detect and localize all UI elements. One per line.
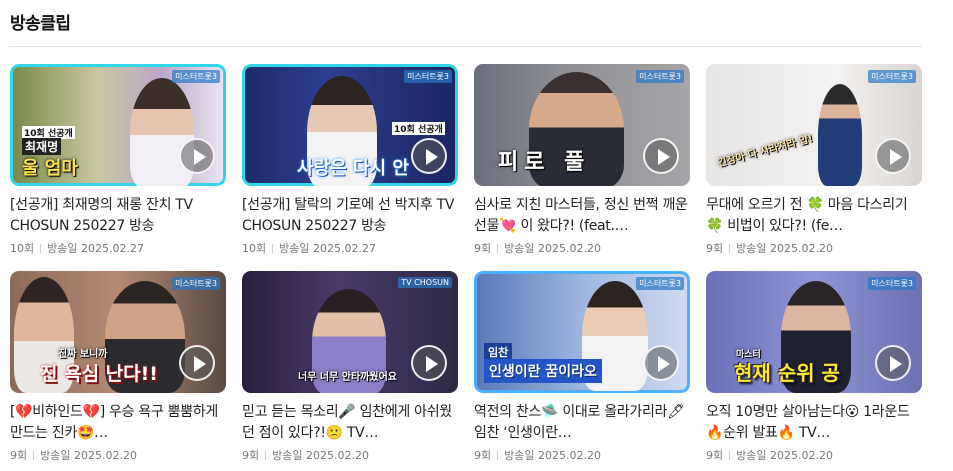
episode-badge: 10회 선공개 (392, 122, 445, 135)
clip-title[interactable]: [선공개] 탈락의 기로에 선 박지후 TV CHOSUN 250227 방송 (242, 195, 458, 237)
clip-card[interactable]: 미스터트롯3 10회 선공개 최재명 울 엄마 [선공개] 최재명의 재롱 잔치… (10, 64, 226, 256)
clip-meta: 9회 방송일 2025.02.20 (242, 447, 458, 463)
clip-meta: 10회 방송일 2025.02.27 (242, 240, 458, 256)
clip-thumbnail[interactable]: 미스터트롯3 10회 선공개 최재명 울 엄마 (10, 64, 226, 186)
meta-separator (729, 451, 731, 460)
broadcast-clips-section: 방송클립 미스터트롯3 10회 선공개 최재명 울 엄마 [선공개] 최재명의 … (0, 0, 953, 471)
play-icon[interactable] (643, 345, 679, 381)
singer-figure (130, 78, 194, 186)
meta-separator (40, 244, 42, 253)
air-date: 방송일 2025.02.20 (40, 449, 137, 462)
program-logo: 미스터트롯3 (404, 70, 452, 83)
air-date: 방송일 2025.02.20 (272, 449, 369, 462)
clip-card[interactable]: TV CHOSUN 너무 너무 안타까웠어요 믿고 듣는 목소리🎤 임찬에게 아… (242, 271, 458, 463)
clip-card[interactable]: 미스터트롯3 마스터 현재 순위 공 오직 10명만 살아남는다😮 1라운드 🔥… (706, 271, 922, 463)
episode-number: 9회 (242, 449, 260, 462)
meta-separator (497, 244, 499, 253)
episode-number: 9회 (474, 242, 492, 255)
air-date: 방송일 2025.02.20 (504, 449, 601, 462)
clip-thumbnail[interactable]: 미스터트롯3 10회 선공개 사랑은 다시 안 (242, 64, 458, 186)
meta-separator (33, 451, 35, 460)
clip-thumbnail[interactable]: 미스터트롯3 진짜 보니까 진 욕심 난다!! (10, 271, 226, 393)
thumbnail-caption: 피로 풀 (498, 150, 591, 175)
clip-title[interactable]: 역전의 찬스🛸 이대로 올라가리라🖊 임찬 ‘인생이란… (474, 402, 690, 444)
thumbnail-caption: 진 욕심 난다!! (40, 363, 158, 385)
clip-title[interactable]: [선공개] 최재명의 재롱 잔치 TV CHOSUN 250227 방송 (10, 195, 226, 237)
clip-title[interactable]: 무대에 오르기 전 🍀 마음 다스리기🍀 비법이 있다?! (fe… (706, 195, 922, 237)
clip-card[interactable]: 미스터트롯3 피로 풀 심사로 지친 마스터들, 정신 번쩍 깨운 선물💘 이 … (474, 64, 690, 256)
episode-number: 9회 (706, 449, 724, 462)
clip-thumbnail[interactable]: 미스터트롯3 임찬 인생이란 꿈이라오 (474, 271, 690, 393)
air-date: 방송일 2025.02.20 (504, 242, 601, 255)
thumbnail-caption: 사랑은 다시 안 (297, 158, 409, 179)
clip-meta: 9회 방송일 2025.02.20 (474, 447, 690, 463)
clip-meta: 9회 방송일 2025.02.20 (706, 240, 922, 256)
episode-number: 9회 (474, 449, 492, 462)
air-date: 방송일 2025.02.27 (47, 242, 144, 255)
clip-meta: 10회 방송일 2025.02.27 (10, 240, 226, 256)
program-logo: TV CHOSUN (398, 277, 452, 288)
thumbnail-subcaption: 진짜 보니까 (58, 349, 108, 360)
meta-separator (265, 451, 267, 460)
clip-title[interactable]: [💔비하인드💔] 우승 욕구 뿜뿜하게 만드는 진카🤩… (10, 402, 226, 444)
play-icon[interactable] (411, 345, 447, 381)
play-icon[interactable] (411, 138, 447, 174)
meta-separator (729, 244, 731, 253)
clip-card[interactable]: 미스터트롯3 10회 선공개 사랑은 다시 안 [선공개] 탈락의 기로에 선 … (242, 64, 458, 256)
program-logo: 미스터트롯3 (636, 70, 684, 83)
thumbnail-caption: 현재 순위 공 (734, 361, 840, 385)
program-logo: 미스터트롯3 (868, 70, 916, 83)
singer-figure (818, 84, 862, 186)
clip-thumbnail[interactable]: 미스터트롯3 마스터 현재 순위 공 (706, 271, 922, 393)
meta-separator (272, 244, 274, 253)
play-icon[interactable] (179, 345, 215, 381)
clip-meta: 9회 방송일 2025.02.20 (10, 447, 226, 463)
episode-number: 9회 (706, 242, 724, 255)
clip-card[interactable]: 미스터트롯3 임찬 인생이란 꿈이라오 역전의 찬스🛸 이대로 올라가리라🖊 임… (474, 271, 690, 463)
thumbnail-caption: 인생이란 꿈이라오 (484, 359, 602, 383)
thumbnail-caption: 너무 너무 안타까웠어요 (298, 372, 397, 383)
air-date: 방송일 2025.02.20 (736, 449, 833, 462)
name-tag: 최재명 (22, 138, 62, 155)
clip-meta: 9회 방송일 2025.02.20 (474, 240, 690, 256)
air-date: 방송일 2025.02.20 (736, 242, 833, 255)
episode-number: 10회 (10, 242, 35, 255)
air-date: 방송일 2025.02.27 (279, 242, 376, 255)
clip-title[interactable]: 믿고 듣는 목소리🎤 임찬에게 아쉬웠던 점이 있다?!🙁 TV… (242, 402, 458, 444)
play-icon[interactable] (875, 345, 911, 381)
play-icon[interactable] (179, 138, 215, 174)
clip-thumbnail[interactable]: 미스터트롯3 긴장아 다 사라져라 얍! (706, 64, 922, 186)
section-divider (10, 46, 922, 47)
clip-thumbnail[interactable]: TV CHOSUN 너무 너무 안타까웠어요 (242, 271, 458, 393)
program-logo: 미스터트롯3 (172, 277, 220, 290)
clip-title[interactable]: 심사로 지친 마스터들, 정신 번쩍 깨운 선물💘 이 왔다?! (feat.… (474, 195, 690, 237)
program-logo: 미스터트롯3 (172, 70, 220, 83)
play-icon[interactable] (875, 138, 911, 174)
clip-thumbnail[interactable]: 미스터트롯3 피로 풀 (474, 64, 690, 186)
program-logo: 미스터트롯3 (868, 277, 916, 290)
clip-card[interactable]: 미스터트롯3 진짜 보니까 진 욕심 난다!! [💔비하인드💔] 우승 욕구 뿜… (10, 271, 226, 463)
clip-card[interactable]: 미스터트롯3 긴장아 다 사라져라 얍! 무대에 오르기 전 🍀 마음 다스리기… (706, 64, 922, 256)
clip-meta: 9회 방송일 2025.02.20 (706, 447, 922, 463)
program-logo: 미스터트롯3 (636, 277, 684, 290)
clip-title[interactable]: 오직 10명만 살아남는다😮 1라운드 🔥순위 발표🔥 TV… (706, 402, 922, 444)
play-icon[interactable] (643, 138, 679, 174)
episode-number: 9회 (10, 449, 28, 462)
thumbnail-caption: 울 엄마 (22, 158, 78, 179)
meta-separator (497, 451, 499, 460)
section-title: 방송클립 (10, 14, 71, 34)
episode-number: 10회 (242, 242, 267, 255)
